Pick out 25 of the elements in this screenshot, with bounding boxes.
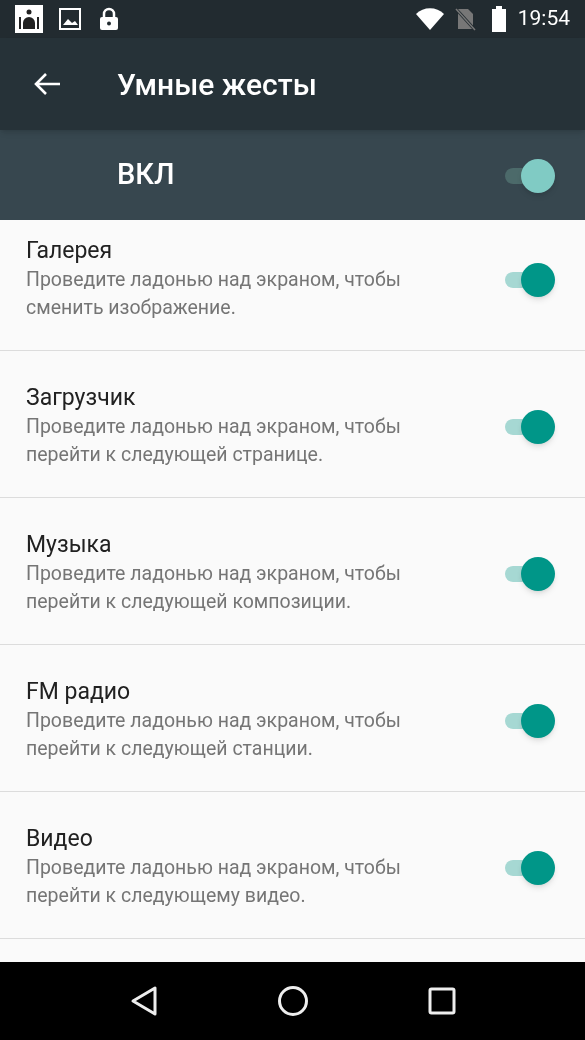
back-arrow-icon [33,72,61,96]
setting-title: Загрузчик [26,383,137,413]
image-icon [59,8,81,30]
setting-description: Проведите ладонью над экраном, чтобы сменить изображение. [26,267,402,321]
home-circle-icon [276,985,309,1017]
setting-title: Галерея [26,236,114,266]
recents-button[interactable] [427,987,456,1015]
back-triangle-icon [129,985,158,1017]
recents-square-icon [427,987,456,1015]
wifi-icon [415,8,444,30]
setting-title: Музыка [26,530,113,560]
home-button[interactable] [276,985,309,1017]
setting-description: Проведите ладонью над экраном, чтобы перейти к следующей странице. [26,414,402,468]
nav-back-button[interactable] [129,985,158,1017]
master-switch-label: ВКЛ [117,156,176,194]
setting-description: Проведите ладонью над экраном, чтобы перейти к следующей композиции. [26,561,402,615]
setting-title: Видео [26,824,94,854]
setting-title: FM радио [26,677,132,707]
lock-icon [99,7,119,31]
battery-icon [491,6,506,32]
status-time: 19:54 [517,5,570,33]
no-sim-icon [453,7,476,31]
setting-description: Проведите ладонью над экраном, чтобы перейти к следующей станции. [26,708,402,762]
setting-description: Проведите ладонью над экраном, чтобы перейти к следующему видео. [26,855,402,909]
screen-title: Умные жесты [117,65,317,104]
